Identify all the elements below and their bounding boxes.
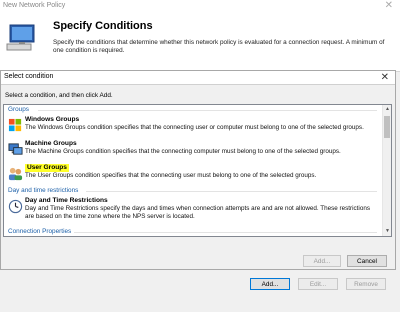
network-policy-icon — [6, 24, 35, 51]
dialog-close-icon[interactable]: ✕ — [381, 71, 389, 85]
item-description: Day and Time Restrictions specify the da… — [25, 205, 370, 220]
list-item-machine-groups[interactable]: Machine Groups The Machine Groups condit… — [4, 138, 391, 162]
clock-icon — [8, 199, 23, 214]
page-title: Specify Conditions — [53, 20, 153, 32]
item-description: The Machine Groups condition specifies t… — [25, 148, 341, 155]
item-description: The Windows Groups condition specifies t… — [25, 124, 364, 131]
wizard-header: Specify Conditions Specify the condition… — [0, 12, 400, 72]
dialog-cancel-button[interactable]: Cancel — [347, 255, 387, 267]
edit-condition-button[interactable]: Edit... — [298, 278, 338, 290]
item-name: Windows Groups — [25, 116, 80, 123]
list-item-day-time-restrictions[interactable]: Day and Time Restrictions Day and Time R… — [4, 195, 391, 227]
user-groups-icon — [8, 167, 23, 181]
item-name: Day and Time Restrictions — [25, 197, 108, 204]
page-description: Specify the conditions that determine wh… — [53, 39, 385, 54]
item-name-highlighted: User Groups — [25, 164, 69, 172]
scroll-thumb[interactable] — [384, 116, 390, 138]
windows-groups-icon — [8, 118, 22, 132]
wizard-close-icon[interactable]: ✕ — [385, 0, 393, 12]
dialog-title-bar: Select condition ✕ — [1, 71, 395, 85]
machine-groups-icon — [8, 143, 23, 155]
item-description: The User Groups condition specifies that… — [25, 172, 317, 179]
dialog-title: Select condition — [4, 73, 54, 80]
add-condition-button[interactable]: Add... — [250, 278, 290, 290]
list-scrollbar[interactable]: ▲ ▼ — [382, 105, 391, 236]
remove-condition-button[interactable]: Remove — [346, 278, 386, 290]
wizard-title-bar: New Network Policy ✕ — [0, 0, 400, 12]
wizard-title: New Network Policy — [3, 2, 66, 9]
list-item-windows-groups[interactable]: Windows Groups The Windows Groups condit… — [4, 114, 391, 138]
group-header-day-time: Day and time restrictions — [4, 186, 391, 195]
dialog-instruction: Select a condition, and then click Add. — [5, 92, 113, 99]
group-header-connection-properties: Connection Properties — [4, 227, 391, 236]
list-item-user-groups[interactable]: User Groups The User Groups condition sp… — [4, 162, 391, 186]
scroll-up-icon[interactable]: ▲ — [383, 105, 391, 114]
item-name: Machine Groups — [25, 140, 77, 147]
dialog-add-button[interactable]: Add... — [303, 255, 341, 267]
scroll-down-icon[interactable]: ▼ — [383, 227, 391, 236]
group-header-groups: Groups — [4, 105, 391, 114]
select-condition-dialog: Select condition ✕ Select a condition, a… — [0, 70, 396, 270]
condition-list[interactable]: Groups Windows Groups The Windows Groups… — [3, 104, 392, 237]
